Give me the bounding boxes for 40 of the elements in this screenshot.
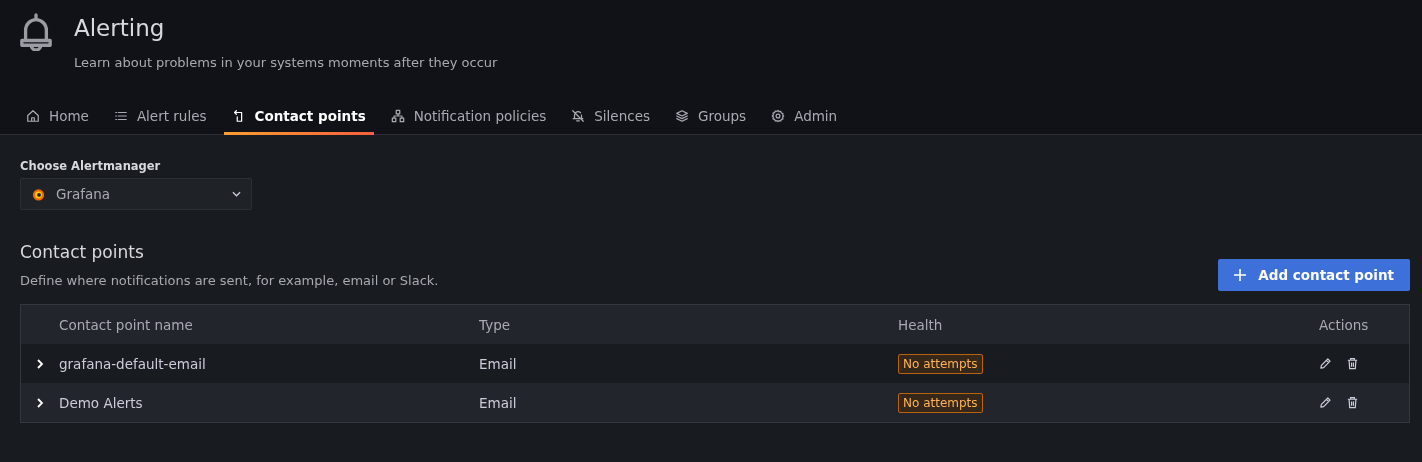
trash-icon[interactable] bbox=[1346, 396, 1359, 409]
table-cell-text: Email bbox=[479, 394, 518, 411]
column-header: Type bbox=[479, 316, 511, 333]
chevron-down-icon bbox=[232, 191, 241, 197]
table-cell-text: Email bbox=[479, 355, 518, 372]
bell-icon bbox=[19, 13, 53, 51]
add-contact-point-button[interactable]: Add contact point bbox=[1218, 259, 1410, 291]
section-description: Define where notifications are sent, for example, email or Slack. bbox=[20, 273, 439, 288]
nav-tab[interactable]: Contact points bbox=[223, 108, 374, 135]
chevron-icon[interactable] bbox=[36, 396, 44, 409]
bell-off-icon bbox=[571, 109, 586, 123]
alertmanager-select[interactable]: Grafana bbox=[20, 178, 252, 210]
chevron-icon[interactable] bbox=[36, 357, 44, 370]
nav-tab[interactable]: Admin bbox=[763, 108, 846, 135]
column-header: Contact point name bbox=[59, 316, 194, 333]
table-cell-text: grafana-default-email bbox=[59, 355, 207, 372]
nav-tab[interactable]: Silences bbox=[563, 108, 658, 135]
plus-icon bbox=[1234, 269, 1247, 281]
column-header: Actions bbox=[1319, 316, 1370, 333]
trash-icon[interactable] bbox=[1346, 357, 1359, 370]
nav-tab[interactable]: Home bbox=[18, 108, 97, 135]
home-icon bbox=[26, 109, 40, 123]
gear-icon bbox=[771, 109, 786, 123]
page-title: Alerting bbox=[74, 14, 166, 43]
logo-icon bbox=[31, 186, 46, 202]
page-subtitle: Learn about problems in your systems moments after they occur bbox=[74, 55, 498, 70]
field-label: Choose Alertmanager bbox=[20, 159, 162, 173]
list-icon bbox=[113, 109, 128, 123]
nav-tab[interactable]: Groups bbox=[667, 108, 755, 135]
nav-tab[interactable]: Notification policies bbox=[382, 108, 555, 135]
health-badge: No attempts bbox=[898, 353, 983, 374]
hierarchy-icon bbox=[390, 109, 405, 123]
edit-icon[interactable] bbox=[1319, 396, 1332, 409]
nav-tab[interactable]: Alert rules bbox=[105, 108, 215, 135]
edit-icon[interactable] bbox=[1319, 357, 1332, 370]
table-cell-text: Demo Alerts bbox=[59, 394, 144, 411]
section-title: Contact points bbox=[20, 242, 145, 262]
health-badge: No attempts bbox=[898, 392, 983, 413]
column-header: Health bbox=[898, 316, 944, 333]
layers-icon bbox=[675, 109, 689, 123]
